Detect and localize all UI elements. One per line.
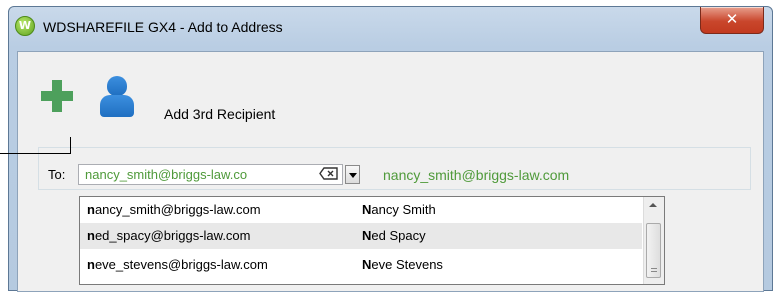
suggestion-name: Nancy Smith xyxy=(362,202,436,217)
scroll-grip xyxy=(651,268,657,269)
list-item-selected[interactable]: ned_spacy@briggs-law.com Ned Spacy xyxy=(80,223,642,249)
suggestion-name: Ned Spacy xyxy=(362,228,426,243)
scroll-grip xyxy=(651,271,657,272)
scroll-thumb[interactable] xyxy=(646,223,661,278)
suggestion-name: Neve Stevens xyxy=(362,257,443,272)
autocomplete-list: nancy_smith@briggs-law.com Nancy Smith n… xyxy=(79,196,665,285)
callout-line-vertical xyxy=(70,137,71,154)
person-head xyxy=(107,76,127,96)
suggestion-email: nancy_smith@briggs-law.com xyxy=(87,202,261,217)
person-icon[interactable] xyxy=(100,76,134,118)
person-body xyxy=(100,95,134,117)
plus-icon[interactable] xyxy=(41,80,73,112)
recipient-input[interactable]: nancy_smith@briggs-law.co xyxy=(78,164,343,185)
recipient-input-value: nancy_smith@briggs-law.co xyxy=(85,167,248,182)
clear-text-icon[interactable] xyxy=(319,167,339,180)
vertical-scrollbar[interactable] xyxy=(643,197,664,284)
suggestion-email: neve_stevens@briggs-law.com xyxy=(87,257,268,272)
callout-line xyxy=(0,153,71,154)
list-item[interactable]: nancy_smith@briggs-law.com Nancy Smith xyxy=(80,197,642,223)
add-recipient-label: Add 3rd Recipient xyxy=(164,106,276,122)
suggestion-email: ned_spacy@briggs-law.com xyxy=(87,228,251,243)
to-label: To: xyxy=(48,167,66,182)
app-logo-icon: W xyxy=(15,16,35,36)
resolved-email: nancy_smith@briggs-law.com xyxy=(383,167,570,183)
close-button[interactable]: ✕ xyxy=(700,7,764,34)
dropdown-button[interactable] xyxy=(345,165,360,184)
list-item[interactable]: neve_stevens@briggs-law.com Neve Stevens xyxy=(80,252,642,278)
scroll-up-arrow-icon[interactable] xyxy=(649,203,657,207)
window-title: WDSHAREFILE GX4 - Add to Address xyxy=(43,19,283,35)
